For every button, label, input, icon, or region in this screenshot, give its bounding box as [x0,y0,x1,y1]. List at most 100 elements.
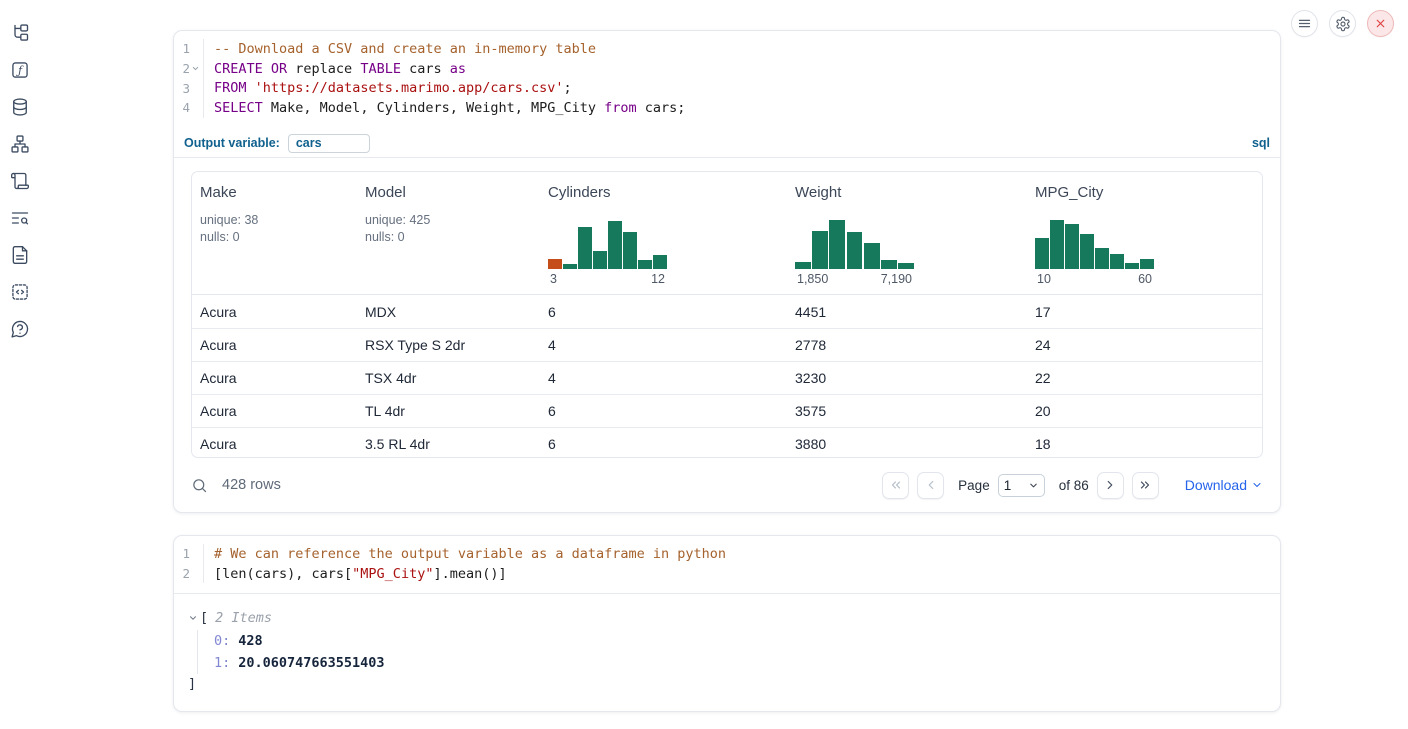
python-comment: # We can reference the output variable a… [214,546,726,562]
code-line: 4 SELECT Make, Model, Cylinders, Weight,… [174,98,1280,118]
column-header-cylinders[interactable]: Cylinders 312 [540,172,787,294]
mpg-city-histogram [1035,217,1154,269]
histogram-bar [548,259,562,269]
sql-editor[interactable]: 1 -- Download a CSV and create an in-mem… [174,31,1280,130]
column-header-make[interactable]: Make unique: 38nulls: 0 [192,172,357,294]
fold-chevron-icon[interactable] [190,64,201,73]
file-explorer-icon[interactable] [9,22,31,44]
items-count-label: 2 Items [215,610,272,626]
histogram-bar [864,243,880,269]
histogram-bar [1110,254,1124,269]
histogram-bar [795,262,811,269]
table-row: AcuraRSX Type S 2dr4277824 [192,328,1262,361]
histogram-bar [829,220,845,269]
output-variable-label: Output variable: [184,136,280,150]
documentation-icon[interactable] [9,244,31,266]
open-bracket: [ [200,610,208,626]
page-select[interactable]: 1 [998,474,1045,497]
output-variable-row: Output variable: sql [174,130,1280,158]
axis-max: 7,190 [881,272,912,286]
histogram-bar [653,255,667,269]
histogram-bar [638,260,652,269]
menu-button[interactable] [1291,10,1318,37]
python-cell: 1 # We can reference the output variable… [173,535,1281,712]
datasources-icon[interactable] [9,96,31,118]
data-table: Make unique: 38nulls: 0 Model unique: 42… [191,171,1263,458]
histogram-bar [1125,263,1139,269]
histogram-bar [593,251,607,269]
python-output: [ 2 Items 0: 428 1: 20.060747663551403 ] [174,594,1280,694]
histogram-bar [881,260,897,269]
functions-icon[interactable]: ƒ [9,59,31,81]
axis-min: 3 [550,272,557,286]
scratchpad-icon[interactable] [9,170,31,192]
item-value: 20.060747663551403 [238,655,384,671]
close-bracket: ] [188,676,196,692]
axis-min: 10 [1037,272,1051,286]
dependency-graph-icon[interactable] [9,133,31,155]
output-variable-input[interactable] [288,134,370,153]
page-total-label: of 86 [1059,478,1089,493]
axis-max: 60 [1138,272,1152,286]
first-page-button[interactable] [882,472,909,499]
histogram-bar [898,263,914,269]
help-icon[interactable] [9,318,31,340]
chevron-right-icon [1103,478,1117,492]
histogram-bar [563,264,577,269]
histogram-bar [1035,238,1049,269]
page-label: Page [958,478,990,493]
shutdown-button[interactable] [1367,10,1394,37]
histogram-bar [608,221,622,269]
table-row: AcuraMDX6445117 [192,295,1262,328]
collapse-chevron-icon[interactable] [188,613,200,623]
settings-button[interactable] [1329,10,1356,37]
download-label: Download [1185,477,1247,493]
line-number: 1 [178,546,190,561]
code-line: 1 # We can reference the output variable… [174,544,1280,564]
next-page-button[interactable] [1097,472,1124,499]
histogram-bar [1080,234,1094,269]
column-header-model[interactable]: Model unique: 425nulls: 0 [357,172,540,294]
column-header-mpg-city[interactable]: MPG_City 1060 [1027,172,1262,294]
svg-text:ƒ: ƒ [16,64,24,77]
histogram-bar [847,232,863,269]
list-item: 1: 20.060747663551403 [214,652,1264,674]
axis-min: 1,850 [797,272,828,286]
snippets-icon[interactable] [9,281,31,303]
axis-max: 12 [651,272,665,286]
download-button[interactable]: Download [1185,477,1263,493]
histogram-bar [812,231,828,269]
sql-cell: 1 -- Download a CSV and create an in-mem… [173,30,1281,513]
chevron-down-icon [1028,480,1039,491]
column-unique: unique: 425 [365,212,532,229]
chevron-down-icon [1251,479,1263,491]
chevron-left-icon [924,478,938,492]
menu-icon [1297,16,1312,31]
search-button[interactable] [191,477,208,494]
table-header: Make unique: 38nulls: 0 Model unique: 42… [192,172,1262,295]
topbar [1291,10,1394,37]
previous-page-button[interactable] [917,472,944,499]
line-number: 3 [178,81,190,96]
histogram-bar [623,232,637,269]
list-item: 0: 428 [214,630,1264,652]
gear-icon [1335,16,1351,32]
search-icon [191,477,208,494]
histogram-bar [1065,224,1079,269]
code-line: 3 FROM 'https://datasets.marimo.app/cars… [174,78,1280,98]
sql-comment: -- Download a CSV and create an in-memor… [214,41,596,57]
python-string: "MPG_City" [352,566,433,582]
last-page-button[interactable] [1132,472,1159,499]
find-in-logs-icon[interactable] [9,207,31,229]
histogram-bar [1050,220,1064,269]
column-header-weight[interactable]: Weight 1,8507,190 [787,172,1027,294]
table-footer: 428 rows Page 1 of 86 Download [191,458,1263,512]
item-index: 1: [214,655,230,671]
table-row: Acura3.5 RL 4dr6388018 [192,427,1262,458]
cylinders-histogram [548,217,667,269]
weight-histogram [795,217,914,269]
code-line: 2 CREATE OR replace TABLE cars as [174,59,1280,79]
item-index: 0: [214,633,230,649]
python-editor[interactable]: 1 # We can reference the output variable… [174,536,1280,594]
histogram-bar [578,227,592,269]
